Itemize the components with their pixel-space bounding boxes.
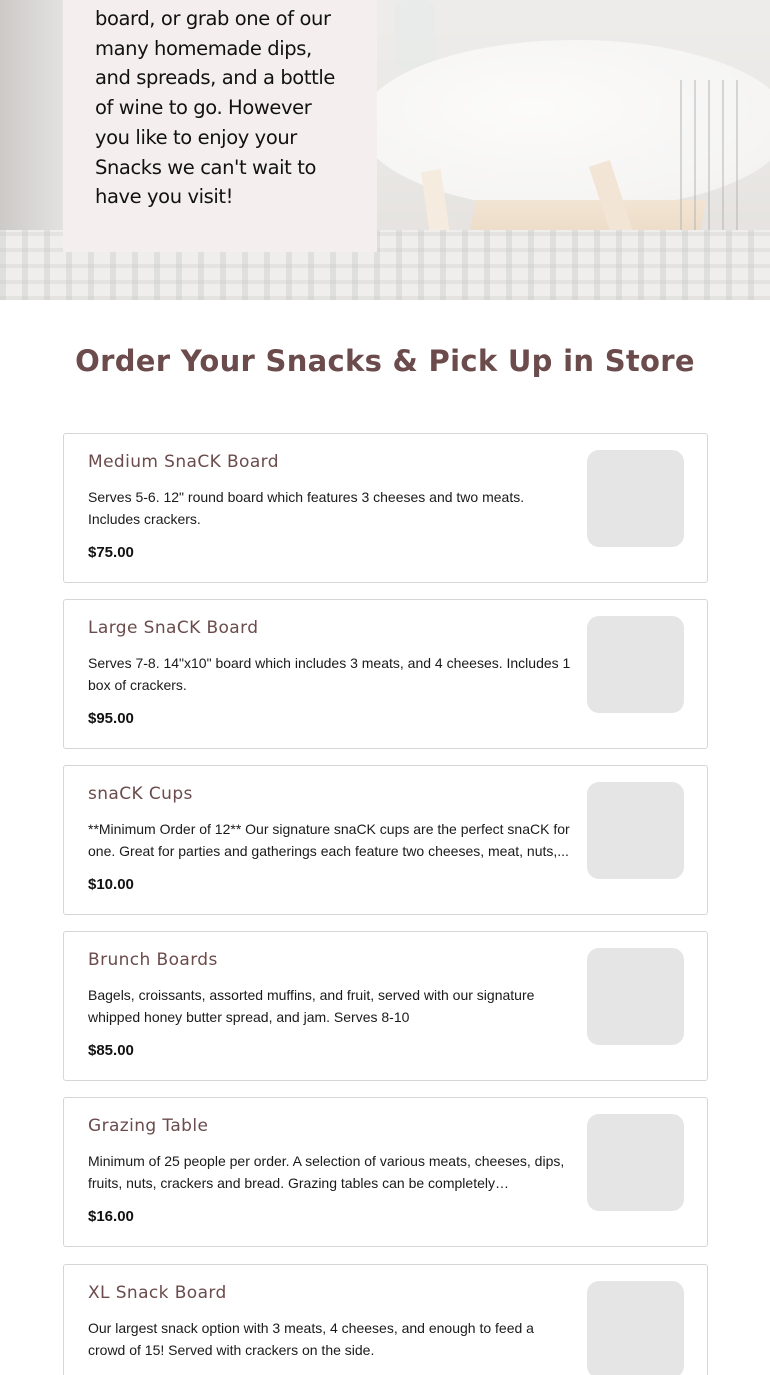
menu-item-image	[587, 782, 684, 879]
menu-item-name: Brunch Boards	[88, 950, 218, 970]
hero-banner: board, or grab one of our many homemade …	[0, 0, 770, 300]
menu-item[interactable]: XL Snack Board Our largest snack option …	[63, 1264, 708, 1375]
menu-item-name: Medium SnaCK Board	[88, 452, 279, 472]
menu-item-description: Minimum of 25 people per order. A select…	[88, 1153, 565, 1191]
menu-item-image	[587, 1281, 684, 1375]
menu-item-name: XL Snack Board	[88, 1283, 227, 1303]
menu-item-description: Serves 7-8. 14"x10" board which includes…	[88, 655, 571, 693]
menu-item-price: $75.00	[88, 544, 134, 561]
menu-item-description: Our largest snack option with 3 meats, 4…	[88, 1320, 534, 1358]
intro-card: board, or grab one of our many homemade …	[63, 0, 377, 252]
menu-item-description: **Minimum Order of 12** Our signature sn…	[88, 821, 570, 859]
intro-text: board, or grab one of our many homemade …	[95, 7, 335, 209]
menu-item-price: $85.00	[88, 1042, 134, 1059]
menu-item[interactable]: Medium SnaCK Board Serves 5-6. 12" round…	[63, 433, 708, 583]
menu-item-price: $95.00	[88, 710, 134, 727]
menu-item-image	[587, 450, 684, 547]
menu-item-price: $16.00	[88, 1208, 134, 1225]
menu-item-image	[587, 948, 684, 1045]
menu-item[interactable]: Brunch Boards Bagels, croissants, assort…	[63, 931, 708, 1081]
menu-item-image	[587, 1114, 684, 1211]
menu-item-description: Serves 5-6. 12" round board which featur…	[88, 489, 525, 527]
menu-item[interactable]: snaCK Cups **Minimum Order of 12** Our s…	[63, 765, 708, 915]
menu-item[interactable]: Large SnaCK Board Serves 7-8. 14"x10" bo…	[63, 599, 708, 749]
menu-item[interactable]: Grazing Table Minimum of 25 people per o…	[63, 1097, 708, 1247]
menu-item-name: Large SnaCK Board	[88, 618, 259, 638]
menu-item-image	[587, 616, 684, 713]
section-title: Order Your Snacks & Pick Up in Store	[75, 344, 695, 378]
menu-item-description: Bagels, croissants, assorted muffins, an…	[88, 987, 535, 1025]
menu-item-price: $10.00	[88, 876, 134, 893]
menu-item-name: snaCK Cups	[88, 784, 193, 804]
menu-item-name: Grazing Table	[88, 1116, 209, 1136]
